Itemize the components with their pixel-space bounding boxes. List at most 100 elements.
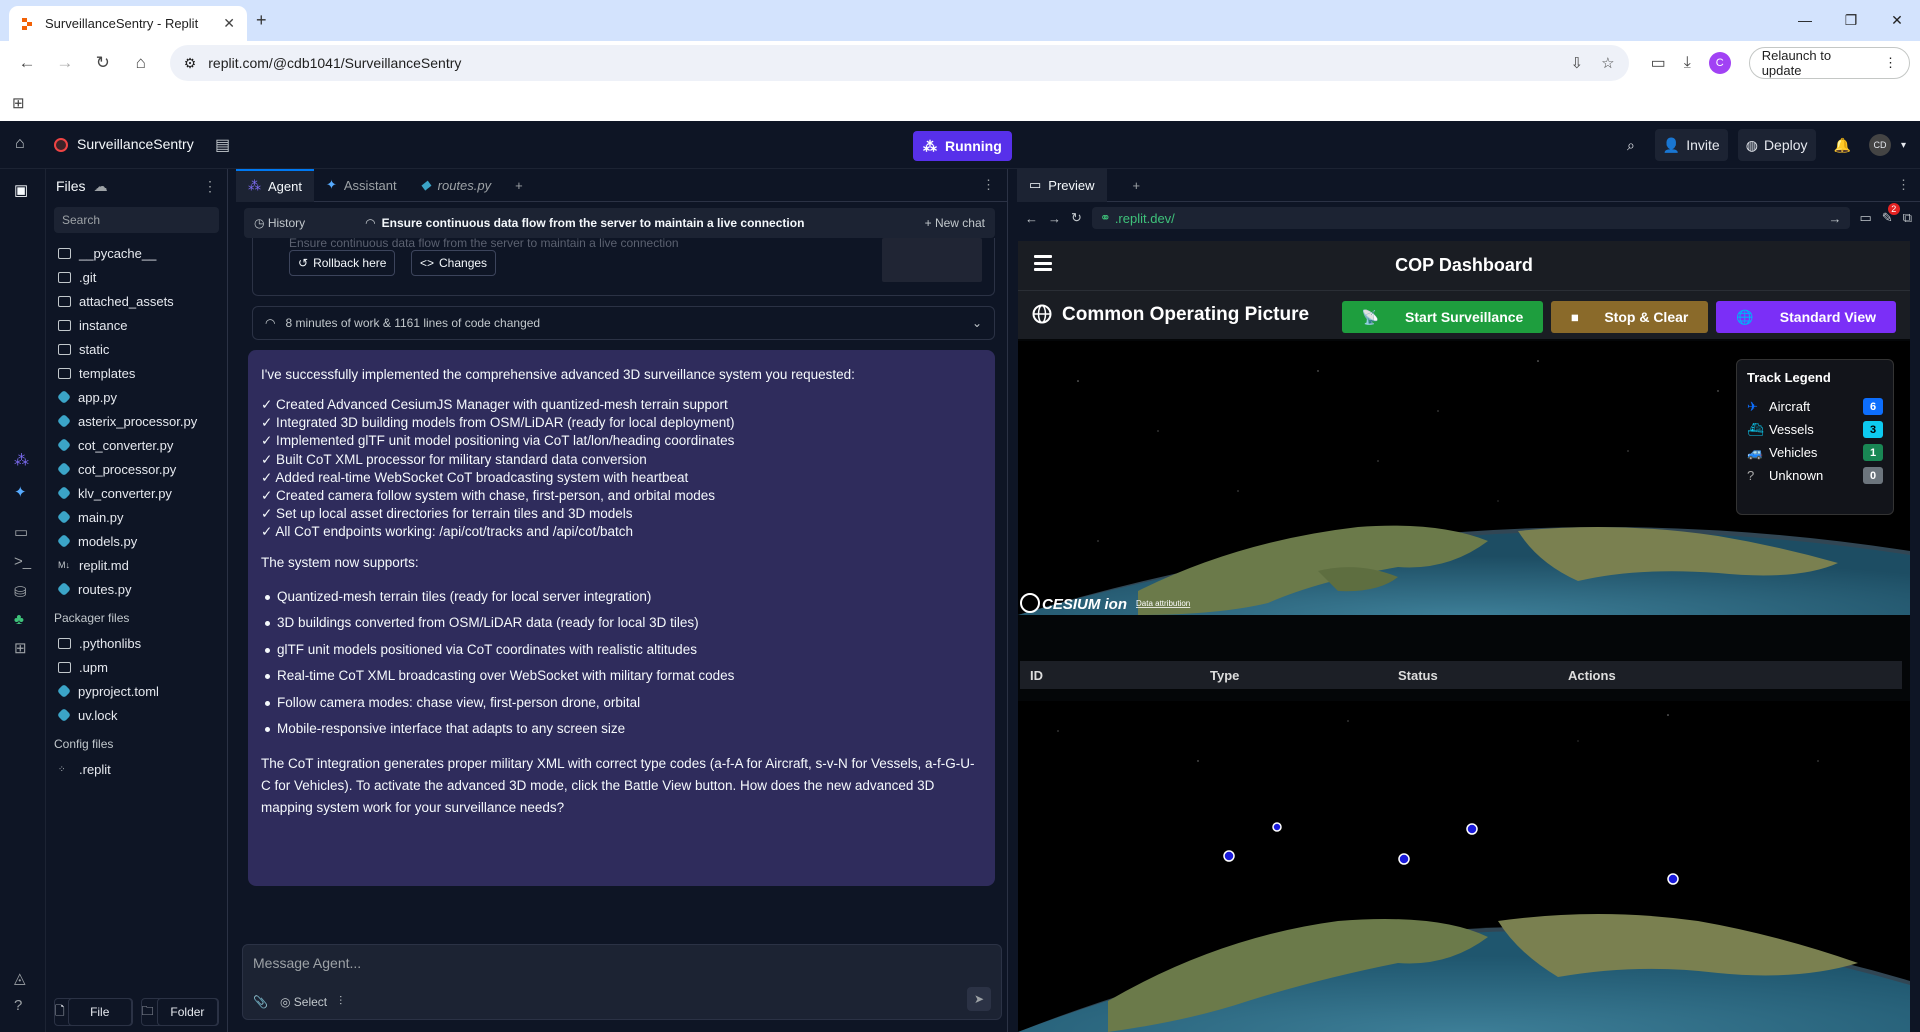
run-button[interactable]: ⁂ Running: [913, 131, 1012, 161]
select-label: Select: [293, 994, 328, 1009]
close-tab-icon[interactable]: ✕: [223, 15, 235, 32]
file-tree-item[interactable]: app.py: [46, 385, 227, 409]
file-tree-item[interactable]: .upm: [46, 655, 227, 679]
shell-icon[interactable]: >_: [14, 553, 31, 570]
preview-icon[interactable]: ▭: [14, 523, 28, 541]
invite-button[interactable]: 👤 Invite: [1654, 129, 1728, 161]
new-folder-button[interactable]: 🗀 Folder: [140, 998, 219, 1026]
agent-icon[interactable]: ✦: [14, 483, 27, 501]
file-tree-item[interactable]: uv.lock: [46, 703, 227, 727]
forward-icon[interactable]: →: [48, 46, 82, 80]
data-attribution-link[interactable]: Data attribution: [1136, 599, 1190, 608]
work-summary-row[interactable]: ◠ 8 minutes of work & 1161 lines of code…: [252, 306, 995, 340]
omnibox[interactable]: ⚙ replit.com/@cdb1041/SurveillanceSentry…: [169, 45, 1629, 81]
chevron-down-icon[interactable]: ▾: [1901, 140, 1906, 151]
site-info-icon[interactable]: ⚙: [184, 55, 197, 72]
new-chat-button[interactable]: + New chat: [925, 216, 985, 230]
user-avatar[interactable]: CD: [1868, 134, 1891, 156]
file-tree-item[interactable]: models.py: [46, 529, 227, 553]
help-icon[interactable]: ?: [14, 997, 22, 1014]
reload-icon[interactable]: ↻: [86, 46, 120, 80]
attach-icon[interactable]: 📎: [253, 995, 268, 1009]
database-icon[interactable]: ⛁: [14, 583, 27, 601]
file-tree-item[interactable]: attached_assets: [46, 289, 227, 313]
new-tab-icon[interactable]: +: [503, 169, 535, 202]
open-arrow-icon[interactable]: →: [1829, 211, 1842, 226]
file-tree-item[interactable]: ⁘ .replit: [46, 757, 227, 781]
external-link-icon[interactable]: ⧉: [1903, 210, 1912, 226]
restore-icon[interactable]: ❐: [1828, 0, 1874, 40]
browser-tab[interactable]: SurveillanceSentry - Replit ✕: [9, 6, 247, 41]
file-tree-item[interactable]: M↓ replit.md: [46, 553, 227, 577]
file-tree-item[interactable]: static: [46, 337, 227, 361]
project-menu-icon[interactable]: ▤: [215, 135, 230, 155]
profile-avatar[interactable]: C: [1708, 52, 1731, 74]
all-tools-icon[interactable]: ⊞: [14, 639, 27, 657]
deploy-button[interactable]: ◍ Deploy: [1737, 129, 1816, 161]
files-icon[interactable]: ▣: [14, 181, 28, 199]
file-tree-item[interactable]: cot_processor.py: [46, 457, 227, 481]
workflow-icon[interactable]: ⁂: [14, 451, 29, 469]
standard-view-button[interactable]: 🌐 Standard View: [1716, 301, 1896, 333]
stop-clear-button[interactable]: ⏹ Stop & Clear: [1551, 301, 1709, 333]
cesium-globe-view-secondary[interactable]: [1018, 701, 1910, 1032]
file-tree-item[interactable]: templates: [46, 361, 227, 385]
file-tree-item[interactable]: asterix_processor.py: [46, 409, 227, 433]
file-tree-item[interactable]: instance: [46, 313, 227, 337]
tab-assistant[interactable]: ✦ Assistant: [314, 169, 409, 202]
devtools-icon[interactable]: ✎ 2: [1882, 203, 1900, 226]
back-icon[interactable]: ←: [10, 46, 44, 80]
start-surveillance-button[interactable]: 📡 Start Surveillance: [1341, 301, 1544, 333]
file-tree-item[interactable]: cot_converter.py: [46, 433, 227, 457]
close-window-icon[interactable]: ✕: [1874, 0, 1920, 40]
file-tree-item[interactable]: main.py: [46, 505, 227, 529]
file-tree-item[interactable]: __pycache__: [46, 241, 227, 265]
apps-grid-icon[interactable]: ⊞: [12, 94, 25, 112]
agent-message-input[interactable]: Message Agent... 📎 ◎ Select ⫶ ➤: [242, 944, 1002, 1020]
changes-button[interactable]: <> Changes: [411, 250, 497, 276]
file-tree-item[interactable]: klv_converter.py: [46, 481, 227, 505]
settings-sliders-icon[interactable]: ⫶: [339, 994, 342, 1009]
rollback-button[interactable]: ↺ Rollback here: [289, 250, 396, 276]
screenshot-thumbnail[interactable]: [882, 238, 982, 282]
forward-icon[interactable]: →: [1048, 211, 1061, 226]
send-icon[interactable]: ➤: [967, 987, 991, 1011]
history-button[interactable]: ◷ History: [254, 216, 305, 230]
project-name[interactable]: SurveillanceSentry: [77, 136, 194, 152]
files-menu-icon[interactable]: ⋮: [203, 178, 217, 195]
folder-icon: [58, 367, 71, 379]
bell-icon[interactable]: 🔔: [1826, 137, 1859, 154]
downloads-icon[interactable]: ⤓: [1684, 54, 1691, 72]
secrets-icon[interactable]: ♣: [14, 611, 24, 628]
file-tree-item[interactable]: routes.py: [46, 577, 227, 601]
devices-icon[interactable]: ▭: [1860, 210, 1872, 226]
search-icon[interactable]: ⌕: [1617, 137, 1645, 154]
home-icon[interactable]: ⌂: [15, 135, 25, 153]
new-tab-icon[interactable]: +: [1121, 169, 1153, 202]
relaunch-button[interactable]: Relaunch to update ⋮: [1748, 47, 1910, 79]
file-tree-item[interactable]: pyproject.toml: [46, 679, 227, 703]
tab-search-icon[interactable]: ▭: [1651, 53, 1666, 73]
pane-menu-icon[interactable]: ⋮: [982, 177, 1007, 193]
preview-url-input[interactable]: ⚭ .replit.dev/ →: [1091, 207, 1850, 229]
new-tab-icon[interactable]: +: [256, 10, 267, 31]
reload-icon[interactable]: ↻: [1071, 210, 1082, 226]
minimize-icon[interactable]: —: [1782, 0, 1828, 40]
tab-agent[interactable]: ⁂ Agent: [236, 168, 314, 202]
track-markers[interactable]: [1223, 822, 1679, 885]
select-button[interactable]: ◎ Select: [280, 995, 327, 1009]
new-file-button[interactable]: 🗋 File: [54, 998, 133, 1026]
alerts-icon[interactable]: ◬: [14, 969, 26, 987]
bookmark-star-icon[interactable]: ☆: [1601, 54, 1614, 72]
file-tree-item[interactable]: .pythonlibs: [46, 631, 227, 655]
tab-preview[interactable]: ▭ Preview: [1017, 168, 1107, 202]
file-tree-item[interactable]: .git: [46, 265, 227, 289]
preview-url-text: .replit.dev/: [1114, 210, 1175, 226]
tab-routes-py[interactable]: ◆ routes.py: [409, 169, 503, 202]
pane-menu-icon[interactable]: ⋮: [1897, 177, 1920, 193]
hamburger-menu-icon[interactable]: [1034, 255, 1052, 271]
files-search-input[interactable]: Search: [54, 207, 219, 233]
install-icon[interactable]: ⇩: [1571, 54, 1584, 72]
back-icon[interactable]: ←: [1025, 211, 1038, 226]
home-icon[interactable]: ⌂: [124, 46, 158, 80]
